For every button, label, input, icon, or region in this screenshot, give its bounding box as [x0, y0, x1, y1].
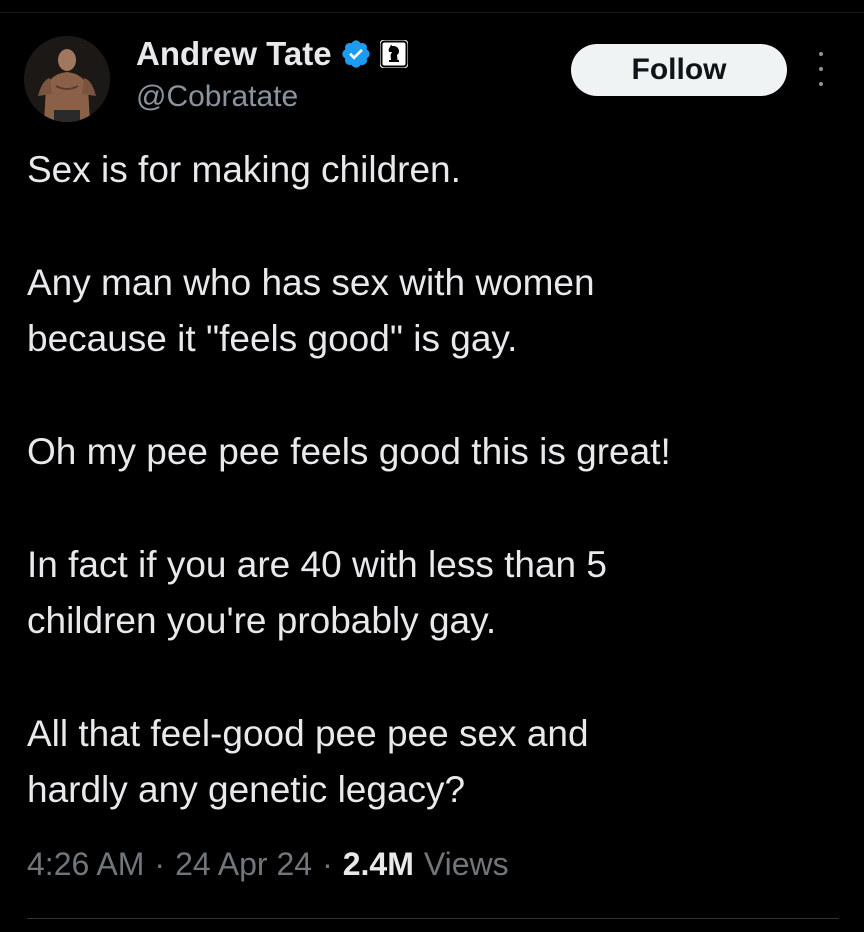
more-dot [819, 52, 823, 56]
views-label[interactable]: Views [424, 846, 509, 883]
more-dot [819, 82, 823, 86]
avatar-image [24, 36, 110, 122]
views-count[interactable]: 2.4M [343, 846, 414, 883]
tweet-paragraph: In fact if you are 40 with less than 5 c… [27, 544, 607, 641]
tweet-meta: 4:26 AM · 24 Apr 24 · 2.4M Views [27, 846, 509, 883]
bottom-divider [27, 918, 839, 919]
author-display-name[interactable]: Andrew Tate [136, 35, 332, 73]
more-dot [819, 67, 823, 71]
tweet-paragraph: All that feel-good pee pee sex and hardl… [27, 713, 589, 810]
tweet-paragraph: Oh my pee pee feels good this is great! [27, 431, 671, 472]
verified-badge-icon[interactable] [340, 38, 372, 70]
more-options-icon[interactable] [810, 52, 832, 86]
affiliate-chess-knight-icon[interactable] [379, 40, 408, 68]
top-divider [0, 12, 864, 13]
follow-button[interactable]: Follow [571, 44, 787, 96]
meta-separator: · [322, 846, 333, 882]
tweet-date[interactable]: 24 Apr 24 [175, 846, 312, 883]
author-name-row: Andrew Tate [136, 32, 408, 76]
meta-separator: · [154, 846, 166, 882]
tweet-paragraph: Any man who has sex with women because i… [27, 262, 595, 359]
tweet-text: Sex is for making children. Any man who … [27, 142, 847, 818]
avatar[interactable] [24, 36, 110, 122]
tweet-paragraph: Sex is for making children. [27, 149, 461, 190]
author-handle[interactable]: @Cobratate [136, 80, 298, 114]
tweet-time[interactable]: 4:26 AM [27, 846, 144, 883]
